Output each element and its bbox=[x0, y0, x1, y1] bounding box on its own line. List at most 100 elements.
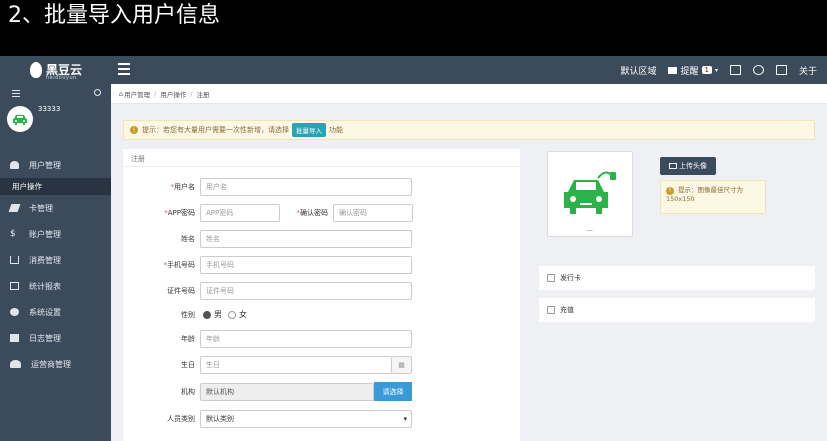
sidebar-item-label: 运营商管理 bbox=[31, 359, 71, 369]
breadcrumb-item[interactable]: 用户管理 bbox=[124, 89, 150, 99]
app-password-label: APP密码 bbox=[167, 208, 195, 217]
logo-subtext: heidouyun bbox=[46, 75, 77, 81]
name-label: 姓名 bbox=[181, 234, 195, 243]
sidebar-item-label: 用户管理 bbox=[29, 160, 61, 170]
app-password-input[interactable]: APP密码 bbox=[200, 203, 280, 222]
car-avatar-icon bbox=[13, 115, 27, 125]
sidebar-item-label: 统计报表 bbox=[29, 281, 61, 291]
sidebar-item-consumption-management[interactable]: 消费管理 bbox=[0, 247, 111, 273]
category-label: 人员类别 bbox=[167, 414, 195, 423]
confirm-password-input[interactable]: 确认密码 bbox=[333, 203, 413, 222]
top-bar: 黑豆云 heidouyun 默认区域 提醒 1 ▾ 关于 bbox=[0, 56, 827, 84]
reminder-label: 提醒 bbox=[680, 66, 699, 77]
calendar-icon[interactable]: ▦ bbox=[392, 355, 412, 374]
about-link[interactable]: 关于 bbox=[799, 64, 817, 77]
avatar[interactable] bbox=[7, 106, 33, 132]
org-select-button[interactable]: 请选择 bbox=[374, 382, 412, 401]
list-icon[interactable] bbox=[12, 90, 20, 99]
caret-down-icon: ▾ bbox=[403, 414, 407, 423]
sidebar-item-system-settings[interactable]: 系统设置 bbox=[0, 299, 111, 325]
region-link[interactable]: 默认区域 bbox=[620, 64, 656, 77]
sidebar-item-log-management[interactable]: 日志管理 bbox=[0, 325, 111, 351]
breadcrumb: ⌂ 用户管理 / 用户操作 / 注册 bbox=[111, 84, 827, 104]
birthday-input[interactable]: 生日 bbox=[200, 355, 392, 374]
caret-down-icon: ▾ bbox=[714, 66, 718, 74]
reminder-menu[interactable]: 提醒 1 ▾ bbox=[668, 64, 718, 77]
gender-female-option[interactable]: 女 bbox=[228, 309, 247, 320]
avatar-size-hint: ! 提示：图像最佳尺寸为150x150 bbox=[660, 180, 766, 214]
radio-checked-icon bbox=[203, 310, 211, 319]
gender-male-option[interactable]: 男 bbox=[203, 309, 222, 320]
avatar-preview: — bbox=[547, 151, 633, 237]
preview-caption: — bbox=[586, 226, 593, 234]
sidebar-item-statistics[interactable]: 统计报表 bbox=[0, 273, 111, 299]
home-icon: ⌂ bbox=[119, 89, 124, 98]
phone-row: *手机号码 手机号码 bbox=[123, 255, 412, 274]
issue-card-panel[interactable]: 发行卡 bbox=[539, 266, 815, 290]
page-heading: 2、批量导入用户信息 bbox=[0, 0, 827, 56]
menu-toggle-icon[interactable] bbox=[118, 63, 130, 75]
sidebar-item-account-management[interactable]: $ 账户管理 bbox=[0, 221, 111, 247]
user-profile: 33333 bbox=[0, 102, 111, 152]
image-icon bbox=[669, 163, 677, 169]
birthday-label: 生日 bbox=[181, 360, 195, 369]
alert-suffix: 功能 bbox=[329, 126, 343, 134]
id-number-input[interactable]: 证件号码 bbox=[200, 281, 412, 300]
power-icon[interactable] bbox=[94, 89, 101, 96]
register-form: 注册 *用户名 用户名 *APP密码 APP密码 *确认密码 确认密码 姓名 姓… bbox=[123, 149, 520, 441]
user-icon bbox=[10, 161, 19, 169]
age-input[interactable]: 年龄 bbox=[200, 329, 412, 348]
sidebar-item-operator-management[interactable]: 运营商管理 bbox=[0, 351, 111, 377]
monitor-icon[interactable] bbox=[775, 65, 787, 75]
issue-card-checkbox[interactable] bbox=[547, 274, 555, 282]
breadcrumb-item-current: 注册 bbox=[196, 90, 210, 99]
gender-row: 性别 男 女 bbox=[123, 305, 247, 324]
sidebar-item-user-operation[interactable]: 用户操作 bbox=[0, 178, 111, 195]
settings-icon[interactable] bbox=[752, 65, 764, 75]
phone-input[interactable]: 手机号码 bbox=[200, 255, 412, 274]
age-label: 年龄 bbox=[181, 334, 195, 343]
upload-avatar-button[interactable]: 上传头像 bbox=[660, 157, 716, 175]
sidebar-item-card-management[interactable]: 卡管理 bbox=[0, 195, 111, 221]
sidebar-item-label: 系统设置 bbox=[29, 307, 61, 317]
logo[interactable]: 黑豆云 heidouyun bbox=[0, 56, 108, 84]
reminder-count-badge: 1 bbox=[701, 66, 712, 74]
sidebar-item-label: 消费管理 bbox=[29, 255, 61, 265]
username-input[interactable]: 用户名 bbox=[200, 177, 412, 196]
radio-unchecked-icon bbox=[228, 310, 236, 319]
envelope-icon bbox=[668, 66, 678, 74]
username-row: *用户名 用户名 bbox=[123, 177, 412, 196]
name-row: 姓名 姓名 bbox=[123, 229, 412, 248]
book-icon bbox=[10, 334, 19, 342]
tag-icon bbox=[8, 204, 21, 212]
category-row: 人员类别 默认类别 ▾ bbox=[123, 409, 412, 428]
gender-label: 性别 bbox=[181, 310, 195, 319]
sidebar-item-user-management[interactable]: 用户管理 bbox=[0, 152, 111, 178]
edit-icon[interactable] bbox=[729, 65, 741, 75]
cart-icon bbox=[10, 256, 19, 264]
sidebar-item-label: 日志管理 bbox=[29, 333, 61, 343]
app-window: 黑豆云 heidouyun 默认区域 提醒 1 ▾ 关于 33333 用户管理 … bbox=[0, 56, 827, 441]
main-content: ⌂ 用户管理 / 用户操作 / 注册 ! 提示：若您有大量用户需要一次性新增，请… bbox=[111, 84, 827, 441]
recharge-checkbox[interactable] bbox=[547, 306, 555, 314]
form-title: 注册 bbox=[123, 149, 520, 167]
recharge-label: 充值 bbox=[560, 306, 574, 314]
warning-icon: ! bbox=[130, 126, 138, 134]
car-charging-icon bbox=[564, 171, 616, 214]
bean-logo-icon bbox=[30, 62, 42, 78]
recharge-panel[interactable]: 充值 bbox=[539, 298, 815, 322]
sidebar-item-label: 卡管理 bbox=[29, 203, 53, 213]
bulk-import-button[interactable]: 批量导入 bbox=[292, 123, 326, 137]
breadcrumb-item[interactable]: 用户操作 bbox=[160, 89, 186, 99]
id-number-label: 证件号码 bbox=[167, 286, 195, 295]
dollar-icon: $ bbox=[10, 229, 16, 239]
users-icon bbox=[10, 360, 21, 368]
org-input: 默认机构 bbox=[200, 382, 374, 401]
password-row: *APP密码 APP密码 *确认密码 确认密码 bbox=[123, 203, 413, 222]
phone-label: 手机号码 bbox=[167, 260, 195, 269]
category-select[interactable]: 默认类别 ▾ bbox=[200, 409, 412, 428]
name-input[interactable]: 姓名 bbox=[200, 229, 412, 248]
issue-card-label: 发行卡 bbox=[560, 274, 581, 282]
org-row: 机构 默认机构 请选择 bbox=[123, 382, 412, 401]
alert-text: 提示：若您有大量用户需要一次性新增，请选择 bbox=[142, 126, 289, 134]
